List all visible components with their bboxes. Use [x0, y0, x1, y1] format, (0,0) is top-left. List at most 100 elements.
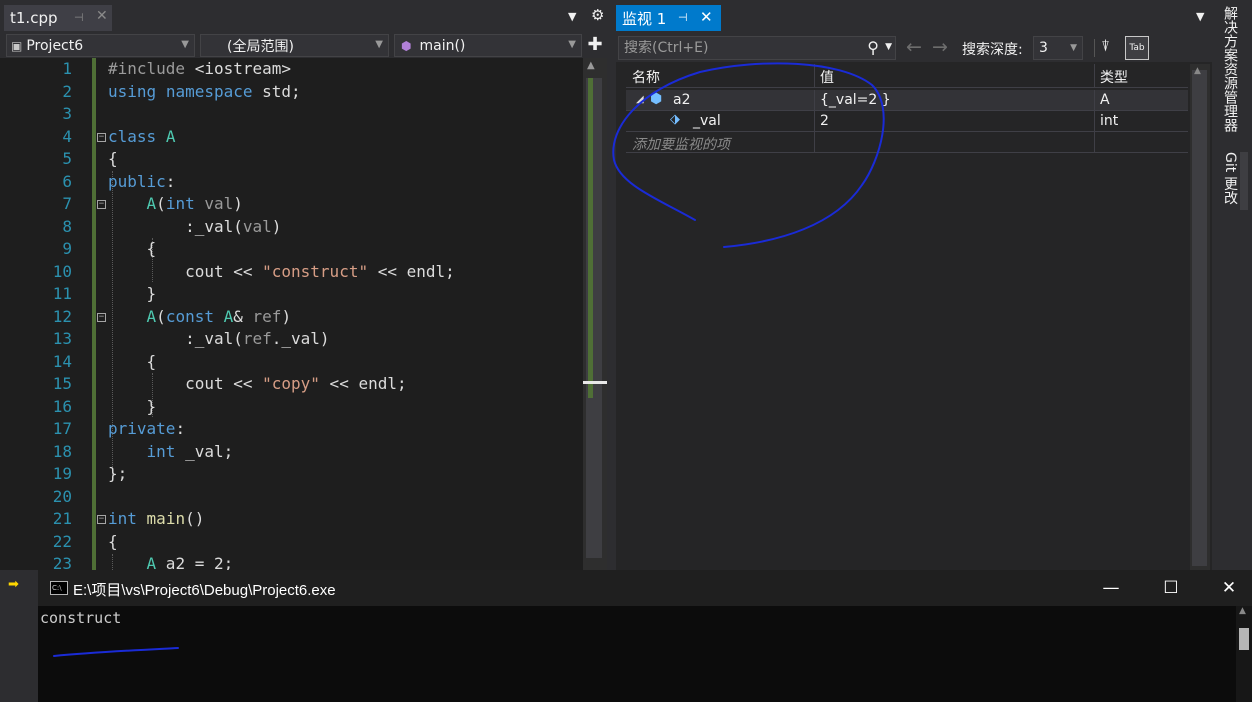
- minimize-icon[interactable]: —: [1096, 576, 1126, 600]
- console-vertical-scrollbar[interactable]: ▲: [1236, 606, 1252, 702]
- code-text[interactable]: {: [108, 531, 118, 554]
- collapse-icon[interactable]: ◢: [636, 94, 644, 105]
- chevron-down-icon[interactable]: ▼: [1196, 10, 1204, 23]
- scrollbar-thumb[interactable]: [1239, 628, 1249, 650]
- scroll-up-icon[interactable]: ▲: [587, 60, 595, 71]
- close-icon[interactable]: ✕: [1214, 576, 1244, 600]
- split-window-icon[interactable]: ✚: [585, 36, 605, 56]
- editor-vertical-scrollbar[interactable]: ▲: [583, 58, 607, 570]
- code-line[interactable]: 12 A(const A& ref) −: [0, 306, 583, 329]
- fold-toggle-icon[interactable]: −: [97, 312, 106, 322]
- code-line[interactable]: 17 private:: [0, 418, 583, 441]
- code-text[interactable]: A a2 = 2;: [108, 553, 234, 570]
- code-text[interactable]: }: [108, 396, 157, 419]
- fold-toggle-icon[interactable]: −: [97, 132, 106, 142]
- code-line[interactable]: 7 A(int val) −: [0, 193, 583, 216]
- code-editor[interactable]: 1 #include <iostream> 2 using namespace std…: [0, 58, 583, 570]
- code-line[interactable]: 10 cout << "construct" << endl;: [0, 261, 583, 284]
- watch-vertical-scrollbar[interactable]: ▲: [1190, 64, 1210, 570]
- code-line[interactable]: 21 int main() −: [0, 508, 583, 531]
- code-line[interactable]: 19};: [0, 463, 583, 486]
- tab-watch-1[interactable]: 监视 1 ⊣ ✕: [616, 5, 721, 31]
- code-line[interactable]: 15 cout << "copy" << endl;: [0, 373, 583, 396]
- maximize-icon[interactable]: ☐: [1156, 576, 1186, 600]
- watch-row-value[interactable]: 2: [820, 113, 829, 129]
- code-line[interactable]: 11 }: [0, 283, 583, 306]
- column-divider: [814, 132, 815, 153]
- code-text[interactable]: :_val(val): [108, 216, 281, 239]
- code-text[interactable]: {: [108, 238, 157, 261]
- code-text[interactable]: using namespace std;: [108, 81, 301, 104]
- code-line[interactable]: 18 int _val;: [0, 441, 583, 464]
- project-selector[interactable]: ▣ Project6 ▼: [6, 34, 195, 57]
- filter-icon[interactable]: ⍒: [1101, 37, 1110, 55]
- code-text[interactable]: };: [108, 463, 127, 486]
- code-line[interactable]: 23 A a2 = 2;: [0, 553, 583, 570]
- code-line[interactable]: 8 :_val(val): [0, 216, 583, 239]
- scope-selector[interactable]: (全局范围) ▼: [200, 34, 389, 57]
- code-line[interactable]: 20: [0, 486, 583, 509]
- column-divider[interactable]: [814, 64, 815, 88]
- code-text[interactable]: class A: [108, 126, 175, 149]
- column-header-value[interactable]: 值: [820, 67, 834, 87]
- code-line[interactable]: 2 using namespace std;: [0, 81, 583, 104]
- console-titlebar[interactable]: C:\ E:\项目\vs\Project6\Debug\Project6.exe…: [38, 570, 1252, 606]
- line-number: 6: [62, 171, 72, 191]
- line-number: 18: [52, 441, 72, 461]
- code-line[interactable]: 22 {: [0, 531, 583, 554]
- fold-toggle-icon[interactable]: −: [97, 200, 106, 209]
- code-line[interactable]: 9 {: [0, 238, 583, 261]
- column-divider[interactable]: [1094, 64, 1095, 88]
- file-tab-t1-cpp[interactable]: t1.cpp ⊣ ✕: [4, 5, 112, 31]
- code-text[interactable]: A(int val): [108, 193, 243, 216]
- code-line[interactable]: 1 #include <iostream>: [0, 58, 583, 81]
- column-header-type[interactable]: 类型: [1100, 67, 1128, 87]
- code-line[interactable]: 14 {: [0, 351, 583, 374]
- code-line[interactable]: 4 class A −: [0, 126, 583, 149]
- search-depth-select[interactable]: 3 ▼: [1033, 36, 1083, 60]
- code-text[interactable]: cout << "copy" << endl;: [108, 373, 407, 396]
- arrow-right-icon[interactable]: →: [932, 36, 948, 58]
- code-text[interactable]: }: [108, 283, 157, 306]
- pin-icon[interactable]: ⊣: [678, 11, 688, 24]
- watch-row-value[interactable]: {_val=2 }: [820, 92, 891, 108]
- code-text[interactable]: public:: [108, 171, 175, 194]
- scrollbar-track[interactable]: [1192, 70, 1207, 566]
- code-text[interactable]: {: [108, 148, 118, 171]
- code-text[interactable]: private:: [108, 418, 185, 441]
- search-input[interactable]: [624, 40, 854, 56]
- side-tab-solution-explorer[interactable]: 解决方案资源管理器: [1220, 6, 1240, 132]
- member-selector[interactable]: ⬢ main() ▼: [394, 34, 582, 57]
- code-text[interactable]: cout << "construct" << endl;: [108, 261, 455, 284]
- code-text[interactable]: int _val;: [108, 441, 234, 464]
- chevron-down-icon[interactable]: ▼: [885, 42, 892, 52]
- code-text[interactable]: #include <iostream>: [108, 58, 291, 81]
- side-tab-git-changes[interactable]: Git 更改: [1220, 152, 1240, 205]
- tab-icon[interactable]: Tab: [1125, 36, 1149, 60]
- table-row[interactable]: ⬗ _val 2 int: [626, 111, 1188, 132]
- console-output[interactable]: construct: [40, 609, 121, 627]
- code-line[interactable]: 13 :_val(ref._val): [0, 328, 583, 351]
- search-icon[interactable]: ⚲: [867, 38, 879, 57]
- code-text[interactable]: :_val(ref._val): [108, 328, 330, 351]
- gear-icon[interactable]: ⚙: [591, 6, 604, 24]
- code-line[interactable]: 5{: [0, 148, 583, 171]
- column-header-name[interactable]: 名称: [632, 67, 660, 87]
- code-line[interactable]: 16 }: [0, 396, 583, 419]
- code-text[interactable]: {: [108, 351, 157, 374]
- code-line[interactable]: 6 public:: [0, 171, 583, 194]
- scroll-up-icon[interactable]: ▲: [1194, 66, 1201, 76]
- scroll-up-icon[interactable]: ▲: [1239, 606, 1246, 616]
- fold-toggle-icon[interactable]: −: [97, 515, 106, 524]
- table-row[interactable]: ◢ ⬢ a2 {_val=2 } A: [626, 90, 1188, 111]
- code-text[interactable]: int main(): [108, 508, 204, 531]
- code-line[interactable]: 3: [0, 103, 583, 126]
- add-watch-row[interactable]: 添加要监视的项: [626, 132, 1188, 153]
- pin-icon[interactable]: ⊣: [74, 11, 84, 24]
- code-text[interactable]: A(const A& ref): [108, 306, 292, 329]
- close-icon[interactable]: ✕: [700, 8, 713, 26]
- add-watch-placeholder[interactable]: 添加要监视的项: [632, 134, 730, 154]
- tab-list-dropdown-icon[interactable]: ▼: [568, 10, 576, 23]
- arrow-left-icon[interactable]: ←: [906, 36, 922, 58]
- close-icon[interactable]: ✕: [96, 8, 108, 24]
